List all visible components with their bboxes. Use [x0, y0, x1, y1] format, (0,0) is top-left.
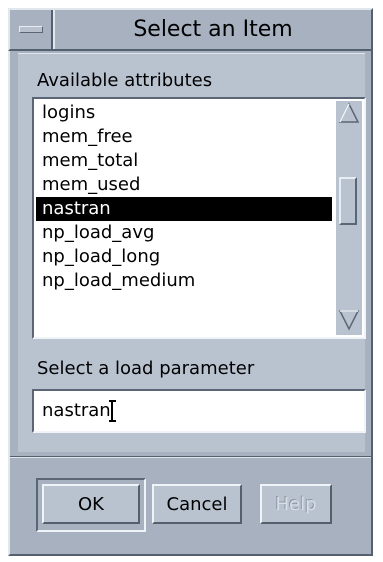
scroll-up-arrow-icon[interactable] — [338, 102, 360, 124]
cancel-button[interactable]: Cancel — [152, 484, 242, 524]
load-parameter-input[interactable]: nastran — [32, 389, 366, 433]
list-item[interactable]: np_load_avg — [36, 221, 332, 245]
list-item[interactable]: nastran — [36, 197, 332, 221]
list-item[interactable]: np_load_long — [36, 245, 332, 269]
list-item[interactable]: np_load_medium — [36, 269, 332, 293]
text-cursor-icon — [108, 400, 116, 422]
ok-button[interactable]: OK — [42, 484, 140, 524]
load-parameter-label: Select a load parameter — [37, 358, 255, 379]
separator — [10, 456, 371, 458]
list-item[interactable]: mem_total — [36, 149, 332, 173]
vertical-scrollbar[interactable] — [336, 101, 362, 335]
list-item[interactable]: mem_free — [36, 125, 332, 149]
help-button[interactable]: Help — [260, 484, 332, 524]
window-title: Select an Item — [53, 10, 371, 49]
attributes-list[interactable]: logins mem_free mem_total mem_used nastr… — [36, 101, 332, 335]
attributes-label: Available attributes — [37, 70, 213, 91]
title-bar[interactable]: Select an Item — [8, 8, 373, 51]
list-item[interactable]: logins — [36, 101, 332, 125]
scroll-thumb[interactable] — [339, 177, 357, 225]
window-menu-icon — [18, 26, 43, 33]
list-item[interactable]: mem_used — [36, 173, 332, 197]
window-menu-button[interactable] — [10, 10, 53, 49]
scroll-down-arrow-icon[interactable] — [338, 309, 360, 331]
load-parameter-value: nastran — [42, 400, 111, 421]
attributes-list-box: logins mem_free mem_total mem_used nastr… — [32, 97, 366, 339]
select-item-dialog: Select an Item Available attributes logi… — [0, 0, 383, 562]
